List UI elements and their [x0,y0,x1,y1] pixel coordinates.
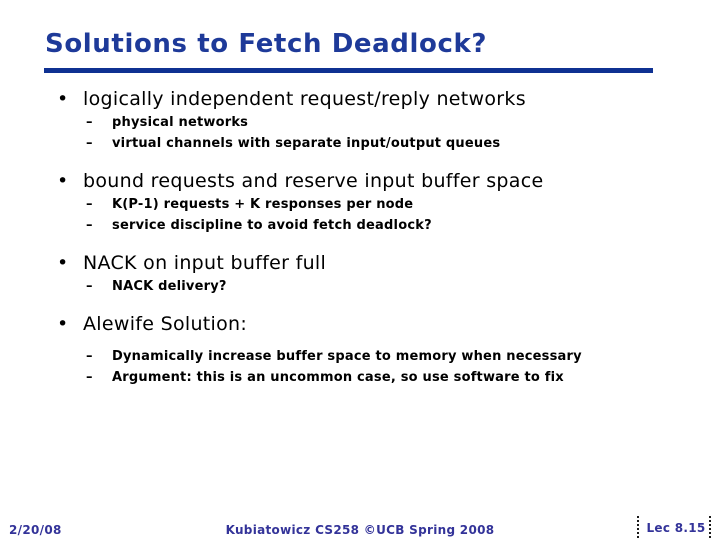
bullet-dot-icon: • [57,88,69,110]
title-block: Solutions to Fetch Deadlock? [45,29,655,59]
bullet-dot-icon: • [57,170,69,192]
bullet-group: • NACK on input buffer full – NACK deliv… [0,250,720,297]
bullet-item-label: NACK on input buffer full [83,252,327,274]
sub-bullet-item: – physical networks [0,112,720,133]
dash-icon: – [86,218,93,233]
sub-bullet-item-label: virtual channels with separate input/out… [112,136,501,151]
dash-icon: – [86,115,93,130]
sub-bullet-item: – NACK delivery? [0,276,720,297]
footer-page-number: Lec 8.15 [646,521,706,535]
sub-bullet-item-label: service discipline to avoid fetch deadlo… [112,218,432,233]
dash-icon: – [86,370,93,385]
bullet-dot-icon: • [57,252,69,274]
bullet-item: • bound requests and reserve input buffe… [0,168,720,194]
item-spacer [0,337,720,346]
sub-bullet-item-label: NACK delivery? [112,279,227,294]
bullet-group: • bound requests and reserve input buffe… [0,168,720,236]
footer-attribution: Kubiatowicz CS258 ©UCB Spring 2008 [225,523,495,537]
sub-bullet-item: – virtual channels with separate input/o… [0,133,720,154]
sub-bullet-item-label: physical networks [112,115,249,130]
sub-bullet-item-label: K(P-1) requests + K responses per node [112,197,414,212]
bullet-item-label: Alewife Solution: [83,313,248,335]
slide-footer: 2/20/08 Kubiatowicz CS258 ©UCB Spring 20… [0,512,720,540]
sub-bullet-item-label: Dynamically increase buffer space to mem… [112,349,582,364]
bullet-item-label: logically independent request/reply netw… [83,88,526,110]
bullet-item: • Alewife Solution: [0,311,720,337]
title-underline-rule [44,68,653,73]
dash-icon: – [86,136,93,151]
bullet-dot-icon: • [57,313,69,335]
sub-bullet-item: – Dynamically increase buffer space to m… [0,346,720,367]
page-title: Solutions to Fetch Deadlock? [45,29,488,59]
sub-bullet-item: – Argument: this is an uncommon case, so… [0,367,720,388]
dash-icon: – [86,279,93,294]
sub-bullet-item: – service discipline to avoid fetch dead… [0,215,720,236]
bullet-list: • logically independent request/reply ne… [0,86,720,388]
dash-icon: – [86,197,93,212]
slide-canvas: Solutions to Fetch Deadlock? • logically… [0,0,720,540]
bullet-group: • Alewife Solution: – Dynamically increa… [0,311,720,388]
sub-bullet-item: – K(P-1) requests + K responses per node [0,194,720,215]
footer-page-placeholder: Lec 8.15 [637,516,711,538]
bullet-item: • NACK on input buffer full [0,250,720,276]
bullet-item-label: bound requests and reserve input buffer … [83,170,544,192]
bullet-item: • logically independent request/reply ne… [0,86,720,112]
sub-bullet-item-label: Argument: this is an uncommon case, so u… [112,370,564,385]
dash-icon: – [86,349,93,364]
bullet-group: • logically independent request/reply ne… [0,86,720,154]
